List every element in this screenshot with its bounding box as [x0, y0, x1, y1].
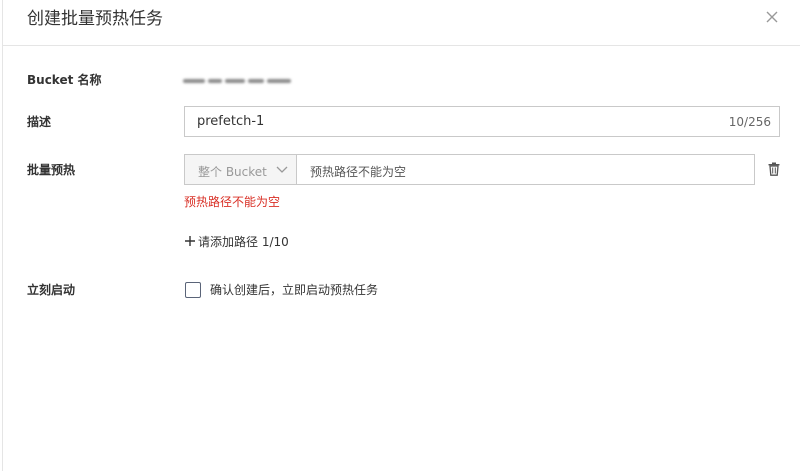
- dialog-title: 创建批量预热任务: [27, 9, 163, 29]
- description-input[interactable]: prefetch-1 10/256: [184, 106, 780, 137]
- trash-icon: [768, 162, 780, 176]
- prefetch-scope-selected-value: 整个 Bucket: [198, 165, 267, 179]
- batch-prefetch-label: 批量预热: [27, 163, 76, 177]
- description-char-counter: 10/256: [728, 115, 771, 129]
- description-label: 描述: [27, 115, 52, 129]
- add-path-button[interactable]: 请添加路径 1/10: [184, 234, 289, 250]
- close-icon: [766, 11, 778, 23]
- create-prefetch-task-dialog: 创建批量预热任务 Bucket 名称 描述 prefetch-1 10/256 …: [2, 0, 800, 471]
- prefetch-path-input[interactable]: 预热路径不能为空: [297, 154, 755, 185]
- add-path-label: 请添加路径 1/10: [198, 235, 289, 249]
- start-now-label: 立刻启动: [27, 283, 76, 297]
- prefetch-scope-select[interactable]: 整个 Bucket: [184, 154, 297, 185]
- chevron-down-icon: [276, 166, 288, 173]
- prefetch-path-error: 预热路径不能为空: [184, 195, 281, 209]
- start-now-checkbox[interactable]: [185, 282, 201, 298]
- delete-path-button[interactable]: [768, 161, 780, 176]
- plus-icon: [185, 236, 195, 246]
- dialog-header: 创建批量预热任务: [3, 0, 800, 46]
- start-now-checkbox-label[interactable]: 确认创建后，立即启动预热任务: [210, 282, 378, 298]
- bucket-name-value-redacted: [183, 70, 311, 83]
- bucket-name-label: Bucket 名称: [27, 73, 102, 87]
- prefetch-path-placeholder: 预热路径不能为空: [310, 165, 407, 179]
- description-input-value: prefetch-1: [197, 114, 265, 129]
- close-button[interactable]: [764, 9, 780, 25]
